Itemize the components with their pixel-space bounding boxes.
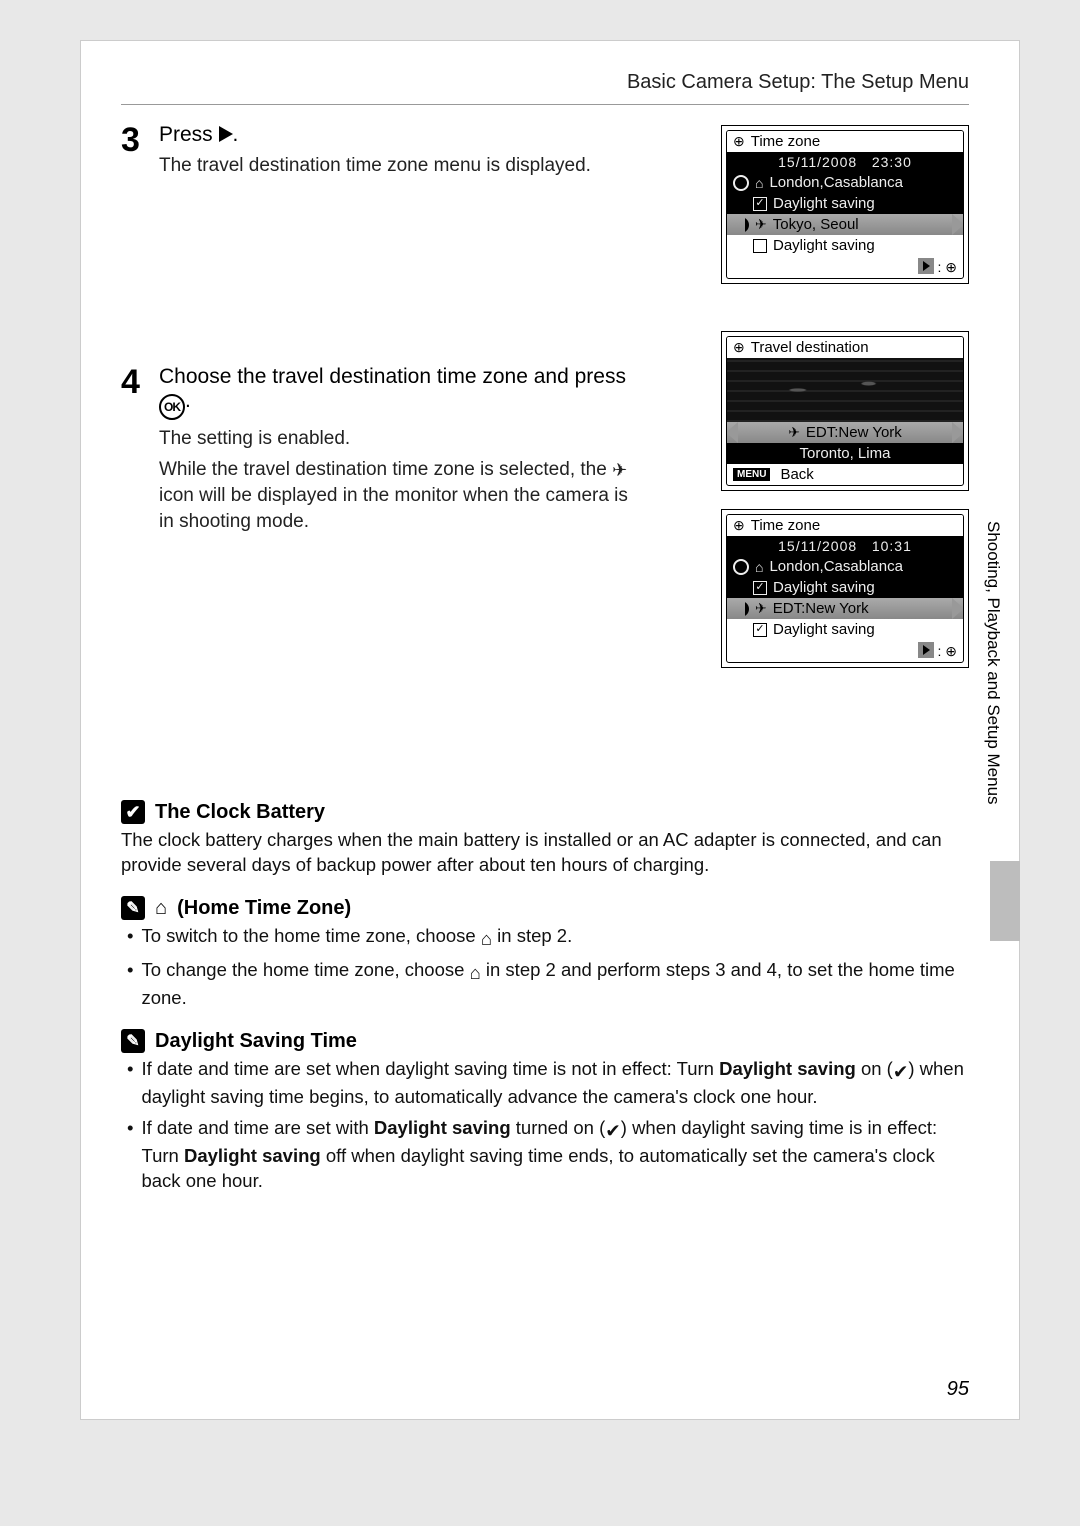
globe-icon: ⊕	[733, 133, 745, 150]
ok-button-icon: OK	[159, 394, 185, 420]
plane-icon: ✈	[788, 424, 800, 441]
step-number: 3	[121, 123, 147, 157]
home-icon: ⌂	[755, 175, 763, 191]
globe-icon: ⊕	[733, 517, 745, 534]
plane-icon: ✈	[755, 216, 767, 233]
page-number: 95	[947, 1378, 969, 1401]
check-badge-icon: ✔	[121, 800, 145, 824]
note-daylight-saving: ✎ Daylight Saving Time • If date and tim…	[121, 1029, 969, 1194]
screen-timezone-1: ⊕Time zone 15/11/2008 23:30 ⌂London,Casa…	[721, 125, 969, 284]
globe-icon: ⊕	[733, 339, 745, 356]
pencil-badge-icon: ✎	[121, 1029, 145, 1053]
play-nav-icon	[918, 258, 934, 274]
menu-pill-icon: MENU	[733, 468, 770, 481]
bullet-icon: •	[127, 1057, 133, 1110]
radio-empty-icon	[733, 559, 749, 575]
right-arrow-icon	[219, 126, 233, 142]
check-icon: ✔	[605, 1119, 621, 1144]
home-icon: ⌂	[481, 927, 492, 952]
note-clock-battery: ✔ The Clock Battery The clock battery ch…	[121, 800, 969, 878]
checked-box-icon: ✓	[753, 581, 767, 595]
divider	[121, 104, 969, 105]
step-body: Choose the travel destination time zone …	[159, 365, 629, 541]
pencil-badge-icon: ✎	[121, 896, 145, 920]
empty-box-icon	[753, 239, 767, 253]
play-nav-icon	[918, 642, 934, 658]
checked-box-icon: ✓	[753, 197, 767, 211]
plane-icon: ✈	[755, 600, 767, 617]
note-home-timezone: ✎ ⌂ (Home Time Zone) • To switch to the …	[121, 896, 969, 1011]
plane-icon: ✈	[612, 458, 627, 482]
globe-small-icon: ⊕	[945, 259, 957, 275]
home-icon: ⌂	[755, 559, 763, 575]
step-title: Choose the travel destination time zone …	[159, 365, 629, 420]
radio-selected-icon	[733, 601, 749, 617]
radio-selected-icon	[733, 217, 749, 233]
bullet-icon: •	[127, 924, 133, 952]
step-description: The setting is enabled. While the travel…	[159, 426, 629, 535]
screen-travel-destination: ⊕Travel destination ✈EDT:New York Toront…	[721, 331, 969, 491]
side-tab	[990, 861, 1020, 941]
screen-timezone-2: ⊕Time zone 15/11/2008 10:31 ⌂London,Casa…	[721, 509, 969, 668]
check-icon: ✔	[893, 1060, 909, 1085]
side-chapter-label: Shooting, Playback and Setup Menus	[983, 521, 1003, 805]
manual-page: Basic Camera Setup: The Setup Menu 3 Pre…	[80, 40, 1020, 1420]
bullet-icon: •	[127, 958, 133, 1011]
step-number: 4	[121, 365, 147, 399]
checked-box-icon: ✓	[753, 623, 767, 637]
globe-small-icon: ⊕	[945, 643, 957, 659]
bullet-icon: •	[127, 1116, 133, 1194]
page-header: Basic Camera Setup: The Setup Menu	[121, 71, 969, 94]
world-map-image	[727, 358, 963, 422]
radio-empty-icon	[733, 175, 749, 191]
home-icon: ⌂	[470, 961, 481, 986]
home-icon: ⌂	[155, 897, 167, 920]
notes-section: ✔ The Clock Battery The clock battery ch…	[121, 800, 969, 1194]
